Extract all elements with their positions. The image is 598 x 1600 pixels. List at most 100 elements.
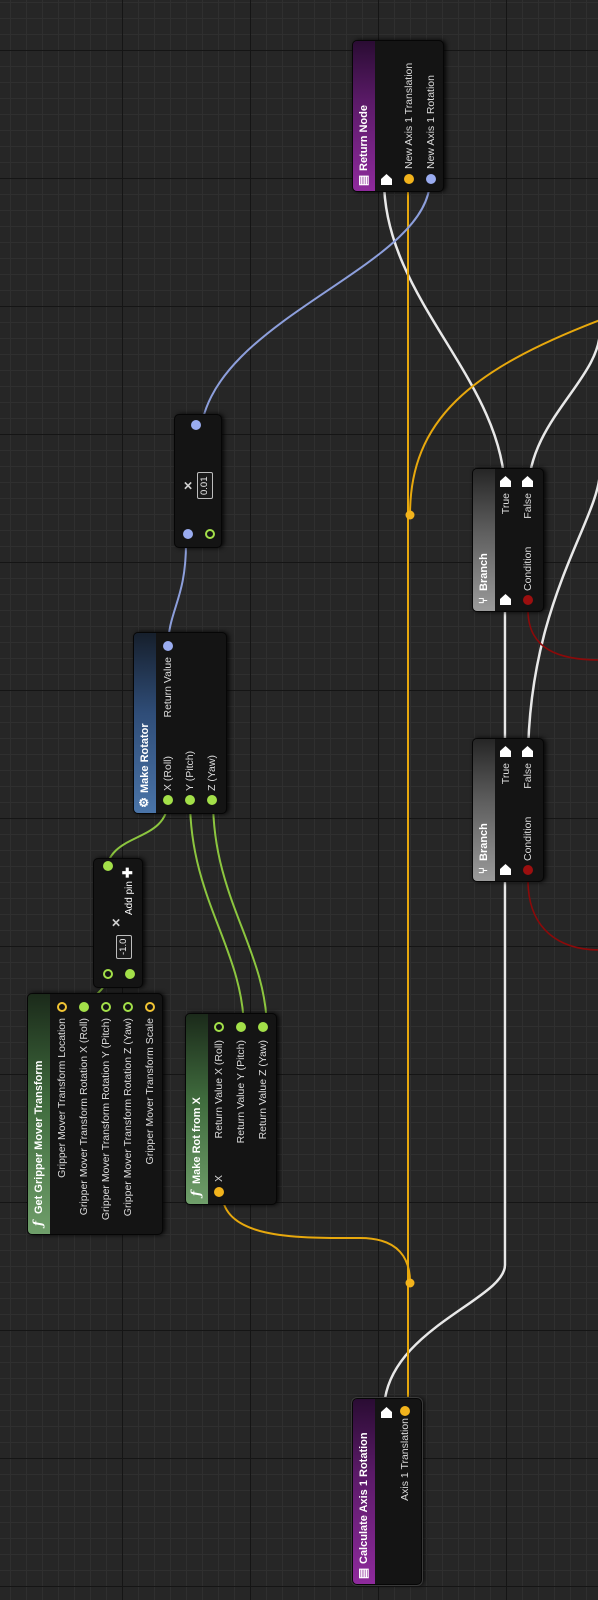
pin-row: False [520,763,536,821]
node-title: Get Gripper Mover Transform [33,1060,45,1214]
pin-label: True [500,493,512,515]
pin-row: True [498,493,514,551]
pin-row: New Axis 1 Rotation [423,75,439,169]
get-gripper-mover-transform-node[interactable]: ƒ Get Gripper Mover Transform Gripper Mo… [27,993,163,1235]
multiply-small-node[interactable]: 0.01 × [174,414,222,548]
pin-row: X [211,1175,227,1182]
node-title: Calculate Axis 1 Rotation [358,1432,370,1564]
pin-label: Gripper Mover Transform Location [56,1018,68,1178]
node-header: ⑂ Branch [473,469,495,611]
pin-row: Y (Pitch) [182,751,198,791]
return-node[interactable]: ▤ Return Node New Axis 1 Translation New… [352,40,444,192]
pin-label: False [522,763,534,789]
pin-label: Gripper Mover Transform Rotation Z (Yaw) [122,1018,134,1217]
pin-row: True [498,763,514,821]
pin-label: Y (Pitch) [184,750,196,791]
float-out-pin[interactable] [101,1002,111,1012]
node-header: ▤ Calculate Axis 1 Rotation [353,1399,375,1584]
pin-row: Z (Yaw) [204,755,220,791]
branch-node[interactable]: ⑂ Branch Condition True False [472,738,544,882]
add-pin-button[interactable]: Add pin ✚ [120,867,136,915]
pin-label: False [522,493,534,519]
rotation-in-pin[interactable] [426,174,436,184]
rotator-in-pin[interactable] [183,529,193,539]
float-in-pin[interactable] [103,969,113,979]
blueprint-graph-canvas[interactable]: ▤ Calculate Axis 1 Rotation Axis 1 Trans… [0,0,598,1600]
float-out-pin[interactable] [236,1022,246,1032]
exec-false-pin[interactable] [522,476,533,487]
translation-out-pin[interactable] [400,1406,410,1416]
node-header: ⑂ Branch [473,739,495,881]
exec-out-pin[interactable] [381,1407,392,1418]
float-out-pin[interactable] [214,1022,224,1032]
node-header: ⚙ Make Rotator [134,633,156,813]
pin-row: Gripper Mover Transform Rotation X (Roll… [76,1018,92,1230]
node-title: Branch [478,553,490,591]
translation-in-pin[interactable] [404,174,414,184]
vector-out-pin[interactable] [57,1002,67,1012]
float-in-pin[interactable] [185,795,195,805]
rotator-out-pin[interactable] [191,420,201,430]
float-in-pin[interactable] [205,529,215,539]
pin-label: Return Value [162,657,174,718]
pin-label: New Axis 1 Rotation [425,75,437,169]
pin-label: New Axis 1 Translation [403,62,415,169]
float-out-pin[interactable] [123,1002,133,1012]
branch-node[interactable]: ⑂ Branch Condition True False [472,468,544,612]
float-out-pin[interactable] [258,1022,268,1032]
pin-label: Return Value X (Roll) [213,1040,225,1139]
pin-row: Gripper Mover Transform Rotation Y (Pitc… [98,1018,114,1230]
pin-row: New Axis 1 Translation [401,63,417,169]
exec-true-pin[interactable] [500,476,511,487]
multiplier-value[interactable]: -1.0 [116,934,132,959]
pin-label: Gripper Mover Transform Rotation X (Roll… [78,1018,90,1216]
float-in-pin[interactable] [207,795,217,805]
rotator-out-pin[interactable] [163,641,173,651]
pin-row: False [520,493,536,551]
pin-row: Axis 1 Translation [397,1418,413,1578]
return-node-icon: ▤ [356,174,370,187]
multiplier-value[interactable]: 0.01 [197,472,213,499]
function-entry-node[interactable]: ▤ Calculate Axis 1 Rotation Axis 1 Trans… [351,1395,423,1588]
multiply-negative-node[interactable]: -1.0 × Add pin ✚ [93,858,143,988]
float-in-pin[interactable] [125,969,135,979]
branch-icon: ⑂ [476,596,490,605]
exec-true-pin[interactable] [500,746,511,757]
pin-row: X (Roll) [160,756,176,791]
pin-label: True [500,763,512,785]
node-header: ƒ Make Rot from X [186,1014,208,1204]
plus-icon: ✚ [120,867,135,879]
graph-nodes-layer: ▤ Calculate Axis 1 Rotation Axis 1 Trans… [0,0,598,1600]
make-rotator-node[interactable]: ⚙ Make Rotator X (Roll) Y (Pitch) Z (Yaw… [133,632,227,814]
make-rot-from-x-node[interactable]: ƒ Make Rot from X X Return Value X (Roll… [185,1013,277,1205]
pin-row: Return Value X (Roll) [211,1040,227,1164]
pin-label: X [213,1174,225,1182]
float-out-pin[interactable] [79,1002,89,1012]
pin-row: Return Value [160,657,176,753]
function-icon: ƒ [31,1220,45,1227]
multiply-icon: × [108,918,125,927]
node-header: ƒ Get Gripper Mover Transform [28,994,50,1234]
node-title: Branch [478,823,490,861]
pin-row: Gripper Mover Transform Rotation Z (Yaw) [120,1018,136,1230]
exec-in-pin[interactable] [500,594,511,605]
add-pin-label: Add pin [124,881,135,915]
bool-in-pin[interactable] [523,865,533,875]
float-out-pin[interactable] [103,861,113,871]
vector-out-pin[interactable] [145,1002,155,1012]
float-in-pin[interactable] [163,795,173,805]
pin-row: Condition [520,817,536,861]
exec-in-pin[interactable] [381,174,392,185]
pin-label: Gripper Mover Transform Scale [144,1018,156,1165]
multiply-icon: × [180,481,197,490]
pin-label: Return Value Y (Pitch) [235,1040,247,1144]
exec-false-pin[interactable] [522,746,533,757]
node-title: Make Rot from X [191,1097,203,1184]
branch-icon: ⑂ [476,866,490,875]
exec-in-pin[interactable] [500,864,511,875]
node-header: ▤ Return Node [353,41,375,191]
translation-in-pin[interactable] [214,1187,224,1197]
node-title: Make Rotator [139,723,151,793]
pin-label: Z (Yaw) [206,755,218,791]
bool-in-pin[interactable] [523,595,533,605]
